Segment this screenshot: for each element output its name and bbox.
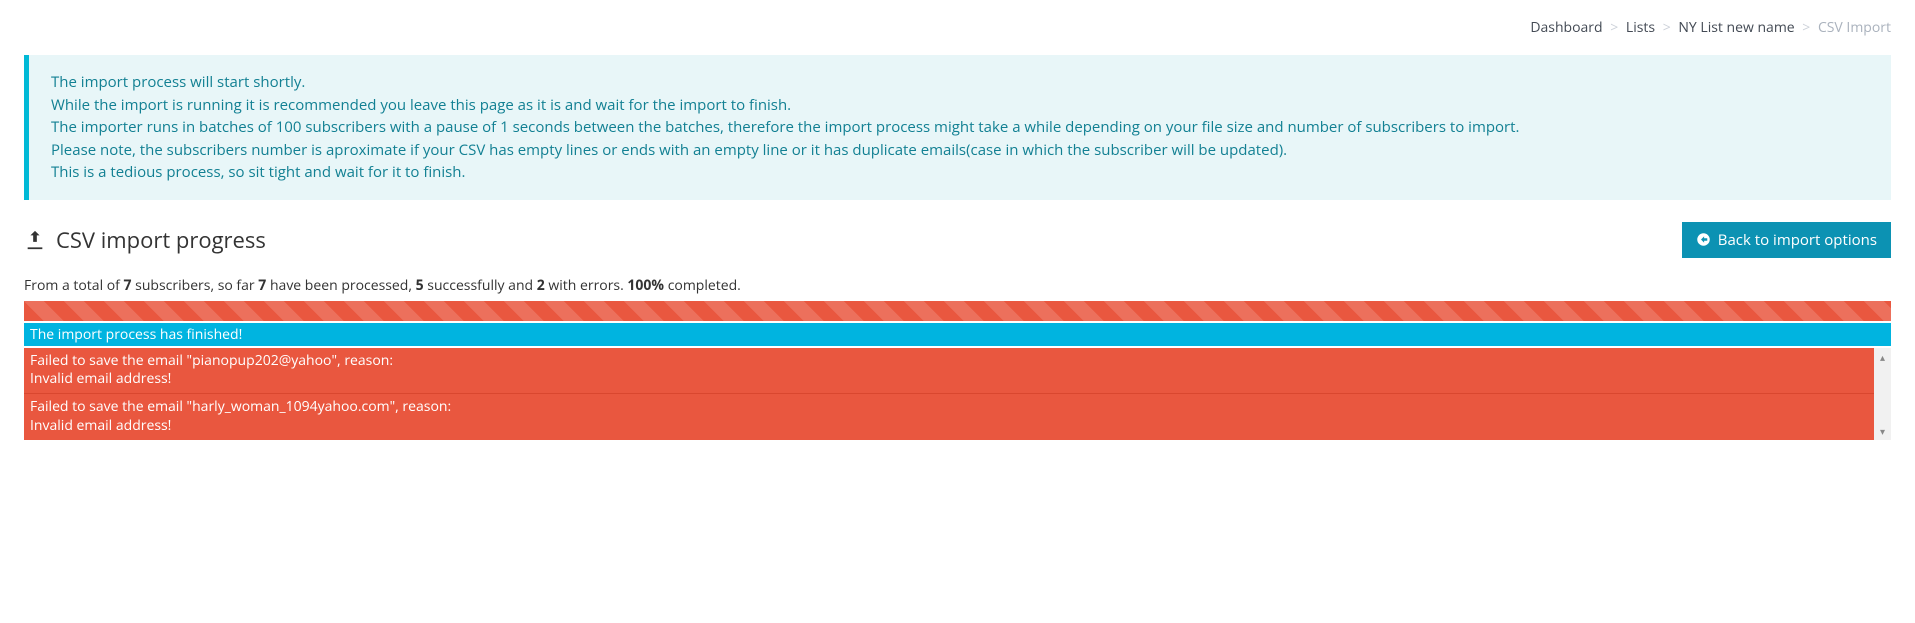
info-line: The importer runs in batches of 100 subs…	[51, 116, 1869, 139]
breadcrumb-link[interactable]: Lists	[1626, 18, 1655, 37]
status-success: 5	[416, 276, 424, 295]
error-line: Invalid email address!	[30, 370, 1868, 389]
status-total: 7	[124, 276, 132, 295]
breadcrumb-link[interactable]: Dashboard	[1530, 18, 1602, 37]
back-button-label: Back to import options	[1718, 230, 1877, 250]
info-line: While the import is running it is recomm…	[51, 94, 1869, 117]
info-line: Please note, the subscribers number is a…	[51, 139, 1869, 162]
breadcrumb: Dashboard > Lists > NY List new name > C…	[24, 10, 1891, 55]
scrollbar[interactable]: ▴ ▾	[1874, 348, 1891, 441]
info-line: This is a tedious process, so sit tight …	[51, 161, 1869, 184]
error-row: Failed to save the email "pianopup202@ya…	[24, 348, 1874, 395]
page-title-text: CSV import progress	[56, 225, 266, 255]
scroll-up-arrow[interactable]: ▴	[1874, 348, 1891, 366]
finish-banner: The import process has finished!	[24, 323, 1891, 346]
breadcrumb-separator: >	[1606, 18, 1622, 37]
breadcrumb-separator: >	[1659, 18, 1675, 37]
page-title: CSV import progress	[24, 225, 266, 255]
back-to-import-options-button[interactable]: Back to import options	[1682, 222, 1891, 258]
error-line: Failed to save the email "pianopup202@ya…	[30, 352, 1868, 371]
error-log: Failed to save the email "pianopup202@ya…	[24, 348, 1891, 441]
breadcrumb-link[interactable]: NY List new name	[1678, 18, 1794, 37]
scroll-down-arrow[interactable]: ▾	[1874, 422, 1891, 440]
info-callout: The import process will start shortly. W…	[24, 55, 1891, 200]
import-icon	[24, 229, 46, 251]
progress-bar-fill	[24, 301, 1891, 321]
error-line: Invalid email address!	[30, 417, 1868, 436]
status-percent: 100%	[627, 276, 664, 295]
info-line: The import process will start shortly.	[51, 71, 1869, 94]
breadcrumb-separator: >	[1798, 18, 1814, 37]
error-row: Failed to save the email "harly_woman_10…	[24, 394, 1874, 440]
import-status-text: From a total of 7 subscribers, so far 7 …	[24, 276, 1891, 295]
error-line: Failed to save the email "harly_woman_10…	[30, 398, 1868, 417]
arrow-left-circle-icon	[1696, 232, 1711, 247]
progress-bar-track	[24, 301, 1891, 321]
status-errors: 2	[537, 276, 545, 295]
breadcrumb-current: CSV Import	[1818, 18, 1891, 37]
